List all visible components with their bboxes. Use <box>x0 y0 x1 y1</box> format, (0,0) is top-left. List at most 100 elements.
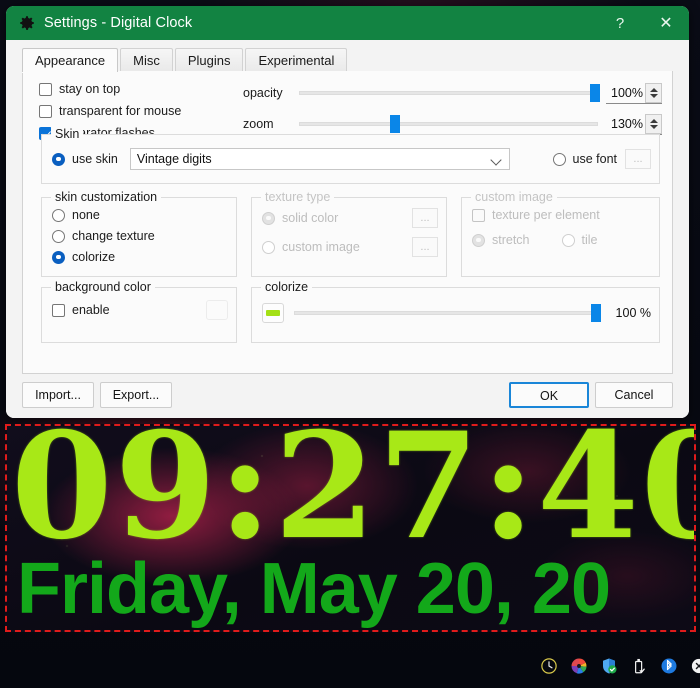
import-button[interactable]: Import... <box>22 382 94 408</box>
titlebar-buttons: ? ✕ <box>597 6 689 40</box>
radio-colorize[interactable] <box>52 250 65 264</box>
skin-combobox-value: Vintage digits <box>136 152 212 166</box>
font-browse-button[interactable]: ... <box>625 149 651 169</box>
radio-change-texture[interactable] <box>52 229 65 243</box>
checkbox-texture-per-element: texture per element <box>472 208 651 222</box>
gear-icon <box>20 16 34 30</box>
slider-handle[interactable] <box>389 115 400 133</box>
colorize-percent-label: 100 % <box>615 306 651 320</box>
radio-change-texture-label: change texture <box>72 229 155 243</box>
custom-image-fit-options: stretch tile <box>472 233 651 247</box>
radio-stretch <box>472 233 485 247</box>
digital-clock-widget[interactable]: 09:27:40 Friday, May 20, 20 <box>5 424 696 632</box>
spinbox-arrows[interactable] <box>645 113 662 134</box>
colorize-slider[interactable] <box>294 302 602 324</box>
radio-tile <box>561 233 575 247</box>
checkbox-stay-on-top[interactable]: stay on top <box>39 82 181 96</box>
slider-row-zoom: zoom 130% <box>243 113 662 135</box>
radio-use-skin-label: use skin <box>72 152 118 166</box>
solid-color-browse-button: ... <box>412 208 438 228</box>
spinbox-arrows[interactable] <box>645 82 662 103</box>
radio-stretch-label: stretch <box>492 233 530 247</box>
custom-image-title: custom image <box>471 190 557 204</box>
security-shield-icon[interactable] <box>600 657 618 675</box>
radio-none[interactable] <box>52 208 65 222</box>
radio-row-colorize[interactable]: colorize <box>52 250 228 264</box>
colorize-group-title: colorize <box>261 280 313 294</box>
usb-eject-icon[interactable] <box>630 657 648 675</box>
color-swatch-fill <box>266 310 280 316</box>
checkbox-label: stay on top <box>59 82 121 96</box>
radio-custom-image <box>262 240 275 254</box>
radio-use-font-label: use font <box>572 152 617 166</box>
background-color-swatch-button <box>206 300 228 320</box>
skin-group: Skin use skin Vintage digits use font ..… <box>41 127 660 184</box>
skin-customization-title: skin customization <box>51 190 162 204</box>
radio-none-label: none <box>72 208 100 222</box>
chevron-down-icon[interactable] <box>649 124 658 129</box>
skin-combobox[interactable]: Vintage digits <box>129 148 510 170</box>
tab-experimental[interactable]: Experimental <box>245 48 348 72</box>
checkbox-label: transparent for mouse <box>59 104 182 118</box>
system-tray <box>540 654 700 678</box>
tab-appearance[interactable]: Appearance <box>22 48 119 72</box>
checkbox-enable-background[interactable] <box>52 303 65 317</box>
window-title: Settings - Digital Clock <box>44 15 193 31</box>
checkbox-enable-background-label: enable <box>72 303 110 317</box>
opacity-value: 100% <box>611 85 643 100</box>
zoom-spinbox[interactable]: 130% <box>606 113 662 135</box>
radio-use-skin[interactable] <box>52 152 65 166</box>
radio-row-solid-color: solid color ... <box>262 208 438 228</box>
texture-type-group: texture type solid color ... custom imag… <box>251 190 447 277</box>
opacity-label: opacity <box>243 86 283 100</box>
dialog-button-bar: Import... Export... OK Cancel <box>22 382 673 408</box>
radio-row-none[interactable]: none <box>52 208 228 222</box>
tab-misc[interactable]: Misc <box>120 48 173 72</box>
settings-window: Settings - Digital Clock ? ✕ Appearance … <box>6 6 689 418</box>
clock-icon[interactable] <box>540 657 558 675</box>
colorize-row: 100 % <box>262 302 651 324</box>
radio-tile-label: tile <box>581 233 598 247</box>
checkbox-label: texture per element <box>492 208 600 222</box>
tab-bar: Appearance Misc Plugins Experimental <box>22 48 673 73</box>
chevron-up-icon[interactable] <box>649 87 658 92</box>
colorize-color-swatch-button[interactable] <box>262 303 284 323</box>
custom-image-group: custom image texture per element stretch… <box>461 190 660 277</box>
slider-handle[interactable] <box>590 84 600 102</box>
chevron-up-icon[interactable] <box>649 118 658 123</box>
opacity-slider[interactable] <box>299 82 600 104</box>
texture-type-title: texture type <box>261 190 335 204</box>
window-client-area: Appearance Misc Plugins Experimental sta… <box>6 40 689 418</box>
checkbox-box <box>39 82 52 96</box>
export-button[interactable]: Export... <box>100 382 172 408</box>
close-button[interactable]: ✕ <box>643 6 689 40</box>
skin-group-title: Skin <box>51 127 84 141</box>
screen: Settings - Digital Clock ? ✕ Appearance … <box>0 0 700 688</box>
checkbox-box <box>472 208 485 222</box>
background-color-group: background color enable <box>41 280 237 343</box>
cancel-button[interactable]: Cancel <box>595 382 673 408</box>
ok-button[interactable]: OK <box>509 382 589 408</box>
checkbox-transparent-for-mouse[interactable]: transparent for mouse <box>39 104 181 118</box>
color-wheel-icon[interactable] <box>570 657 588 675</box>
bluetooth-icon[interactable] <box>660 657 678 675</box>
skin-customization-group: skin customization none change texture c… <box>41 190 237 277</box>
window-titlebar: Settings - Digital Clock ? ✕ <box>6 6 689 40</box>
slider-handle[interactable] <box>591 304 602 322</box>
radio-colorize-label: colorize <box>72 250 116 264</box>
radio-row-change-texture[interactable]: change texture <box>52 229 228 243</box>
close-circle-icon[interactable] <box>690 657 700 675</box>
chevron-down-icon[interactable] <box>649 93 658 98</box>
radio-custom-image-label: custom image <box>282 240 360 254</box>
radio-solid-color-label: solid color <box>282 211 339 225</box>
help-button[interactable]: ? <box>597 6 643 40</box>
tab-plugins[interactable]: Plugins <box>174 48 244 72</box>
radio-use-font[interactable] <box>552 152 566 166</box>
radio-solid-color <box>262 211 275 225</box>
chevron-down-icon <box>490 154 502 166</box>
clock-date: Friday, May 20, 20 <box>17 549 611 629</box>
zoom-label: zoom <box>243 117 274 131</box>
appearance-panel: stay on top transparent for mouse separa… <box>22 71 673 374</box>
zoom-slider[interactable] <box>299 113 598 135</box>
opacity-spinbox[interactable]: 100% <box>606 82 662 104</box>
